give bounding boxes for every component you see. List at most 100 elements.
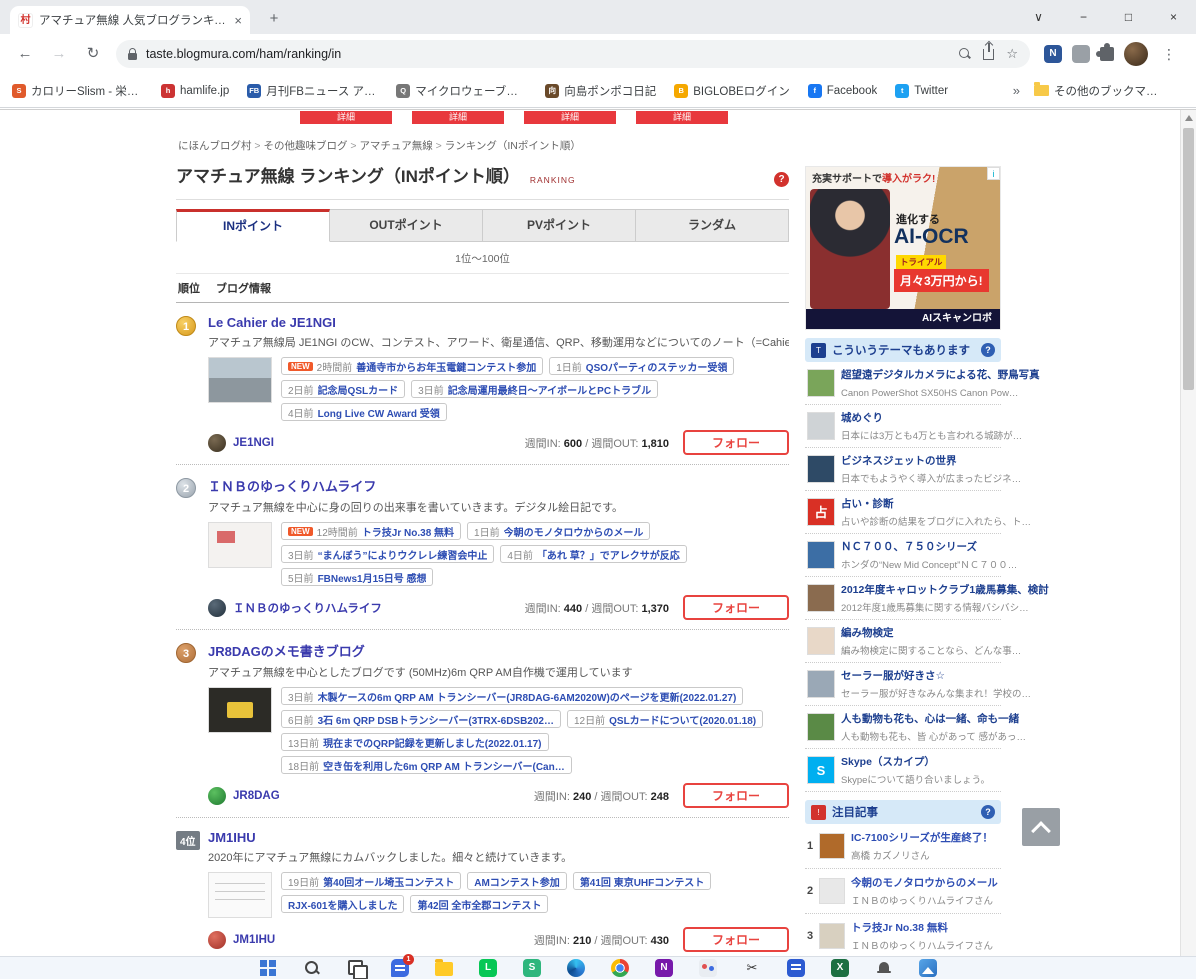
new-tab-button[interactable]: + [262,8,286,32]
theme-item[interactable]: 人も動物も花も、心は一緒、命も一緒 人も動物も花も、皆 心があって 感があっ… [805,706,1026,749]
ad-detail-button[interactable]: 詳細 [300,111,392,124]
follow-button[interactable]: フォロー [682,783,789,808]
tab-search-icon[interactable]: ∨ [1016,0,1061,34]
help-icon[interactable]: ? [981,805,995,819]
chat-icon[interactable]: 1 [391,954,414,977]
task-view-icon[interactable] [347,959,368,979]
address-bar[interactable]: taste.blogmura.com/ham/ranking/in ☆ [116,40,1030,68]
url-text[interactable]: taste.blogmura.com/ham/ranking/in [146,47,947,61]
maximize-button[interactable]: □ [1106,0,1151,34]
ad-detail-button[interactable]: 詳細 [524,111,616,124]
breadcrumb-item[interactable]: にほんブログ村 [178,140,263,152]
minimize-button[interactable]: − [1061,0,1106,34]
article-tag-pill[interactable]: 1日前 今朝のモノタロウからのメール [467,522,651,540]
bookmark-item[interactable]: h hamlife.jp [161,83,229,98]
chrome-icon[interactable] [611,959,629,977]
article-tag-pill[interactable]: AMコンテスト参加 [467,872,567,890]
tab-close-icon[interactable]: × [234,13,242,28]
author-name-link[interactable]: JM1IHU [233,934,275,946]
article-tag-pill[interactable]: NEW 2時間前 善通寺市からお年玉電鍵コンテスト参加 [281,357,544,375]
ad-detail-button[interactable]: 詳細 [636,111,728,124]
theme-title[interactable]: 2012年度キャロットクラブ1歳馬募集、検討 [841,584,1049,596]
ad-banner[interactable]: i 充実サポートで導入がラク! 進化する AI-OCR トライアル 月々3万円か… [805,166,1001,330]
article-tag-pill[interactable]: 4日前 「あれ 草？」でアレクサが反応 [500,545,687,563]
article-tag-pill[interactable]: 第41回 東京UHFコンテスト [572,872,712,890]
blog-thumbnail[interactable] [208,357,272,403]
paint-icon[interactable] [699,959,717,977]
author-name-link[interactable]: JE1NGI [233,437,274,449]
featured-title[interactable]: 今朝のモノタロウからのメール [851,877,998,889]
article-tag-pill[interactable]: 4日前 Long Live CW Award 受領 [281,403,447,421]
follow-button[interactable]: フォロー [682,430,789,455]
extension-icon[interactable]: N [1044,45,1062,63]
featured-title[interactable]: トラ技Jr No.38 無料 [851,922,948,934]
article-tag-pill[interactable]: RJX-601を購入しました [281,895,405,913]
scrollbar-up-icon[interactable] [1185,115,1193,121]
bookmark-item[interactable]: t Twitter [895,83,948,98]
theme-item[interactable]: ＮＣ７００、７５０シリーズ ホンダの“New Mid Concept”ＮＣ７００… [805,534,1017,577]
browser-menu-icon[interactable]: ⋮ [1162,46,1176,63]
help-icon[interactable]: ? [774,172,789,187]
follow-button[interactable]: フォロー [682,927,789,952]
tab-random[interactable]: ランダム [636,209,789,242]
featured-article-item[interactable]: 3 トラ技Jr No.38 無料 ＩＮＢのゆっくりハムライフさん [805,914,1001,956]
theme-title[interactable]: ＮＣ７００、７５０シリーズ [841,541,977,553]
blog-title-link[interactable]: JR8DAGのメモ書きブログ [208,641,365,660]
bookmarks-overflow-icon[interactable]: » [1013,83,1020,98]
start-icon[interactable] [259,959,277,977]
scrollbar-thumb[interactable] [1183,128,1194,390]
follow-button[interactable]: フォロー [682,595,789,620]
share-icon[interactable] [983,42,995,60]
bookmark-item[interactable]: Q マイクロウェーブ山口 -… [396,83,527,99]
blog-thumbnail[interactable] [208,687,272,733]
theme-item[interactable]: 2012年度キャロットクラブ1歳馬募集、検討 2012年度1歳馬募集に関する情報… [805,577,1049,620]
author-avatar[interactable] [208,598,226,617]
photos-icon[interactable] [919,959,937,977]
theme-title[interactable]: ビジネスジェットの世界 [841,455,957,467]
bookmark-item[interactable]: B BIGLOBEログイン [674,83,790,99]
breadcrumb-item[interactable]: ランキング（INポイント順） [445,140,581,152]
article-tag-pill[interactable]: 12日前 QSLカードについて(2020.01.18) [567,710,764,728]
article-tag-pill[interactable]: NEW 12時間前 トラ技Jr No.38 無料 [281,522,462,540]
bookmark-item[interactable]: f Facebook [807,83,877,98]
theme-title[interactable]: 城めぐり [841,412,883,424]
close-button[interactable]: × [1151,0,1196,34]
article-tag-pill[interactable]: 5日前 FBNews1月15日号 感想 [281,568,434,586]
profile-avatar[interactable] [1124,42,1148,66]
notifications-icon[interactable] [875,959,893,977]
article-tag-pill[interactable]: 2日前 記念局QSLカード [281,380,406,398]
author-name-link[interactable]: JR8DAG [233,790,280,802]
ad-detail-button[interactable]: 詳細 [412,111,504,124]
other-bookmarks[interactable]: その他のブックマーク [1034,82,1166,99]
featured-title[interactable]: IC-7100シリーズが生産終了！ [851,832,993,844]
browser-tab[interactable]: 村 アマチュア無線 人気ブログランキング - × [10,6,250,34]
article-tag-pill[interactable]: 19日前 第40回オール埼玉コンテスト [281,872,462,890]
search-icon[interactable] [303,959,321,977]
author-name-link[interactable]: ＩＮＢのゆっくりハムライフ [233,600,382,616]
calculator-icon[interactable] [787,959,805,977]
scrollbar[interactable] [1180,110,1196,956]
extension-icon[interactable] [1072,45,1090,63]
theme-item[interactable]: S Skype（スカイプ） Skypeについて語り合いましょう。 [805,749,1001,792]
lock-icon[interactable] [128,47,137,60]
theme-title[interactable]: 占い・診断 [841,498,894,510]
theme-item[interactable]: セーラー服が好きさ☆ セーラー服が好きなみんな集まれ！学校の… [805,663,1031,706]
author-avatar[interactable] [208,433,226,452]
extensions-puzzle-icon[interactable] [1096,43,1114,61]
article-tag-pill[interactable]: 3日前 記念局運用最終日〜アイボールとPCトラブル [411,380,659,398]
bookmark-item[interactable]: FB 月刊FBニュース アマ… [247,83,378,99]
help-icon[interactable]: ? [981,343,995,357]
theme-item[interactable]: 編み物検定 編み物検定に関することなら、どんな事… [805,620,1021,663]
author-avatar[interactable] [208,930,226,949]
tab-in-points[interactable]: INポイント [176,209,330,242]
theme-item[interactable]: 城めぐり 日本には3万とも4万とも言われる城跡が… [805,405,1022,448]
file-explorer-icon[interactable] [435,959,453,976]
article-tag-pill[interactable]: 第42回 全市全郡コンテスト [410,895,549,913]
edge-icon[interactable] [567,959,585,977]
article-tag-pill[interactable]: 18日前 空き缶を利用した6m QRP AM トランシーバー(Can… [281,756,572,774]
slack-icon[interactable]: S [523,959,541,977]
zoom-icon[interactable] [959,48,971,60]
back-icon[interactable]: ← [11,40,39,68]
blog-thumbnail[interactable] [208,872,272,918]
theme-title[interactable]: Skype（スカイプ） [841,756,935,768]
